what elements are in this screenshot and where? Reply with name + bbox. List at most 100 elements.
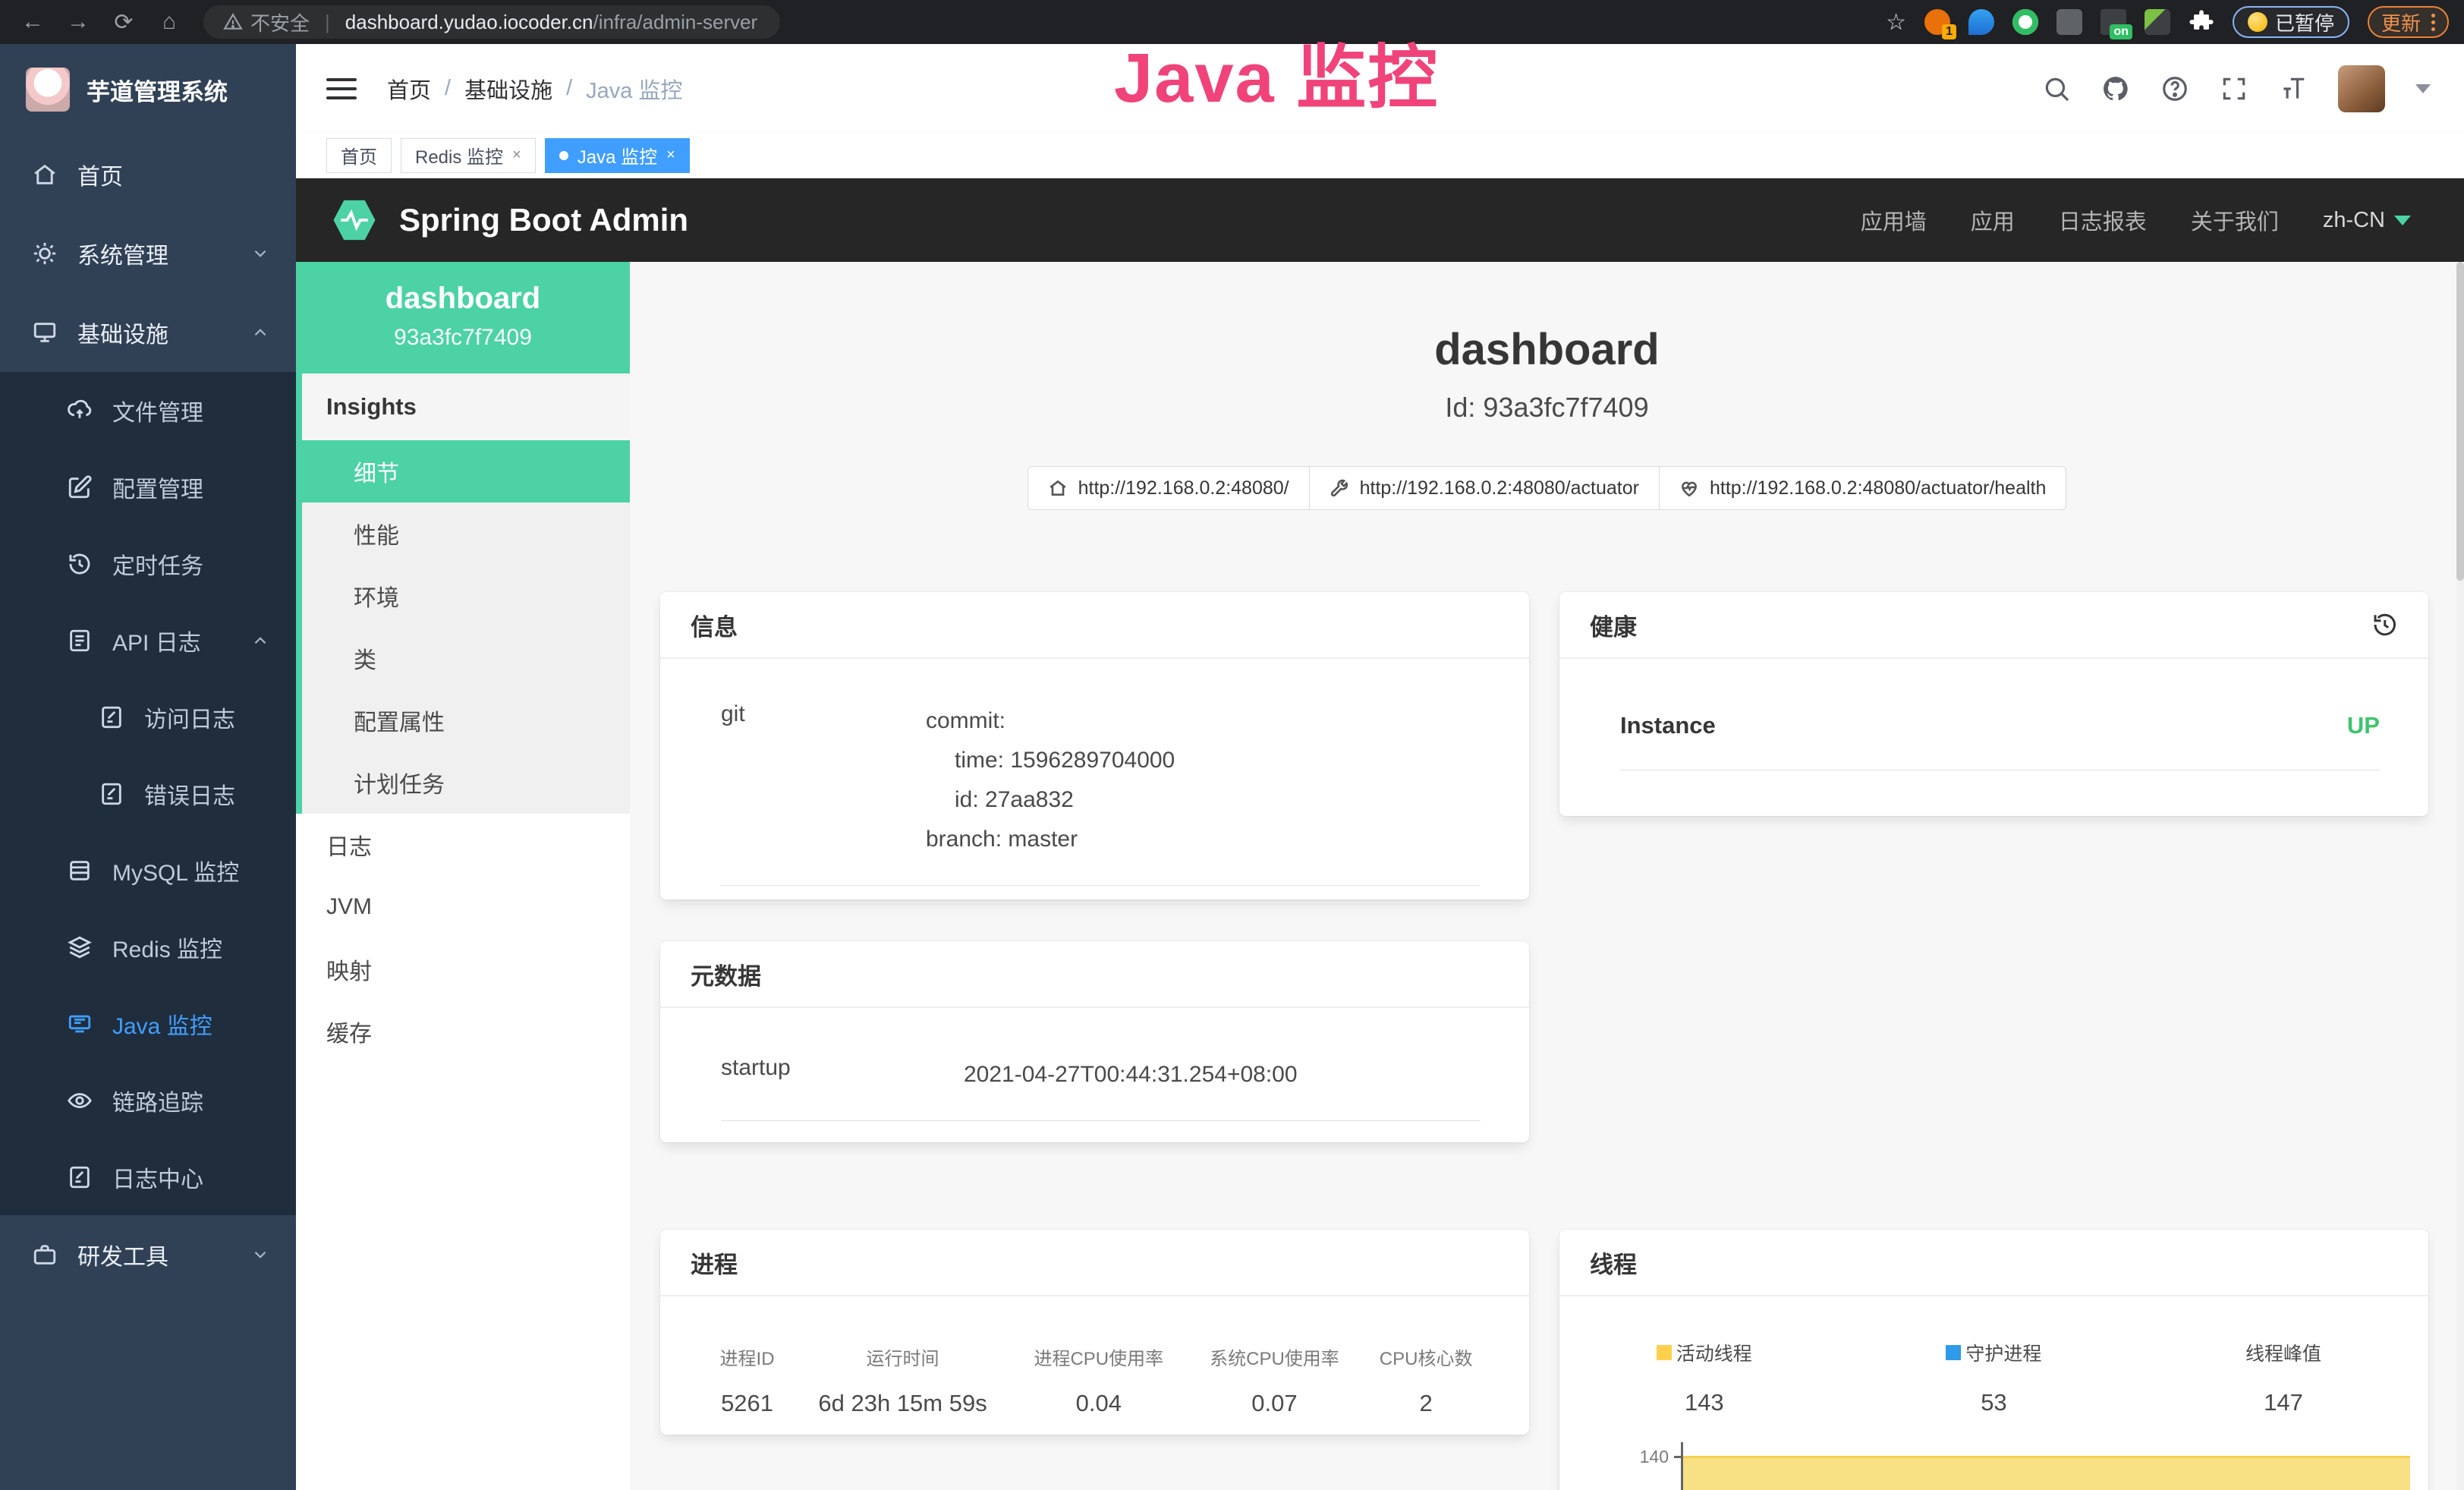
- sba-menu-journal[interactable]: 日志报表: [2059, 204, 2147, 236]
- bookmark-star-icon[interactable]: ☆: [1886, 9, 1906, 36]
- sidebar-item-mysql-monitor[interactable]: MySQL 监控: [0, 832, 296, 909]
- tab-home[interactable]: 首页: [326, 138, 392, 173]
- sba-item-label: JVM: [326, 894, 372, 920]
- security-label: 不安全: [250, 8, 310, 36]
- sba-item-details[interactable]: 细节: [302, 440, 630, 502]
- sba-item-scheduled-tasks[interactable]: 计划任务: [302, 751, 630, 814]
- browser-back-icon[interactable]: ←: [20, 9, 46, 35]
- profile-paused-badge[interactable]: 已暂停: [2233, 6, 2349, 38]
- git-commit-time: time: 1596289704000: [926, 741, 1175, 780]
- tab-label: Redis 监控: [415, 142, 503, 169]
- sidebar-item-redis-monitor[interactable]: Redis 监控: [0, 909, 296, 985]
- scrollbar-thumb[interactable]: [2456, 262, 2464, 581]
- sidebar-item-file-mgmt[interactable]: 文件管理: [0, 372, 296, 449]
- sba-item-environment[interactable]: 环境: [302, 565, 630, 627]
- user-menu-caret-icon[interactable]: [2415, 84, 2431, 93]
- sidebar-item-system-mgmt[interactable]: 系统管理: [0, 214, 296, 293]
- service-url-chip[interactable]: http://192.168.0.2:48080/: [1027, 466, 1310, 510]
- extension-icon[interactable]: [2012, 9, 2038, 35]
- font-size-icon[interactable]: [2279, 74, 2308, 103]
- tick-mark: [1674, 1456, 1683, 1458]
- timer-icon: [67, 551, 93, 577]
- health-instance-row[interactable]: Instance UP: [1620, 712, 2380, 770]
- metadata-startup-row: startup 2021-04-27T00:44:31.254+08:00: [721, 1055, 1481, 1121]
- breadcrumb-infrastructure[interactable]: 基础设施: [464, 73, 552, 105]
- fullscreen-icon[interactable]: [2220, 74, 2248, 103]
- chrome-update-button[interactable]: 更新: [2368, 6, 2449, 38]
- search-icon[interactable]: [2042, 74, 2071, 103]
- chevron-up-icon: [250, 631, 270, 650]
- sidebar-item-log-center[interactable]: 日志中心: [0, 1139, 296, 1215]
- app-logo[interactable]: 芋道管理系统: [0, 44, 296, 135]
- info-key: git: [721, 701, 926, 859]
- screen: ← → ⟳ ⌂ 不安全 | dashboard.yudao.iocoder.cn…: [0, 0, 2464, 1490]
- extension-icon[interactable]: [1968, 9, 1994, 35]
- sba-app-header[interactable]: dashboard 93a3fc7f7409: [296, 262, 630, 373]
- daemon-threads-value: 53: [1849, 1389, 2139, 1416]
- tab-close-icon[interactable]: ×: [666, 146, 675, 164]
- sidebar-item-infrastructure[interactable]: 基础设施: [0, 293, 296, 372]
- sidebar-item-access-log[interactable]: 访问日志: [0, 679, 296, 755]
- sba-item-mappings[interactable]: 映射: [296, 938, 630, 1000]
- sba-menu-wallboard[interactable]: 应用墙: [1861, 204, 1927, 236]
- extension-icon[interactable]: [2056, 9, 2082, 35]
- extension-icon[interactable]: 1: [1924, 9, 1950, 35]
- sba-main: dashboard Id: 93a3fc7f7409 http://192.16…: [630, 262, 2464, 1490]
- browser-home-icon[interactable]: ⌂: [156, 9, 182, 35]
- tab-close-icon[interactable]: ×: [512, 146, 521, 164]
- sba-menu-applications[interactable]: 应用: [1971, 204, 2015, 236]
- extensions-puzzle-icon[interactable]: [2189, 9, 2214, 35]
- app-logo-image: [26, 68, 70, 112]
- info-card: 信息 git commit: time: 1596289704000 id: 2…: [660, 592, 1529, 899]
- sba-sidebar: dashboard 93a3fc7f7409 Insights 细节 性能 环境…: [296, 262, 630, 1490]
- legend-label: 守护进程: [1965, 1339, 2041, 1366]
- sba-item-metrics[interactable]: 性能: [302, 502, 630, 565]
- sidebar-item-label: Java 监控: [112, 1007, 212, 1041]
- sba-item-jvm[interactable]: JVM: [296, 876, 630, 938]
- user-avatar[interactable]: [2338, 65, 2385, 112]
- sidebar-item-config-mgmt[interactable]: 配置管理: [0, 449, 296, 525]
- health-history-icon[interactable]: [2371, 611, 2398, 638]
- sidebar-item-api-log[interactable]: API 日志: [0, 602, 296, 679]
- address-bar[interactable]: 不安全 | dashboard.yudao.iocoder.cn/infra/a…: [203, 5, 780, 39]
- tab-redis-monitor[interactable]: Redis 监控 ×: [401, 138, 536, 173]
- sba-brand[interactable]: Spring Boot Admin: [329, 195, 688, 245]
- browser-forward-icon[interactable]: →: [65, 9, 91, 35]
- sidebar-item-scheduled-jobs[interactable]: 定时任务: [0, 525, 296, 602]
- scrollbar[interactable]: [2456, 262, 2464, 1490]
- actuator-url-chip[interactable]: http://192.168.0.2:48080/actuator: [1310, 466, 1660, 510]
- sba-item-caches[interactable]: 缓存: [296, 1000, 630, 1063]
- info-value: commit: time: 1596289704000 id: 27aa832 …: [926, 701, 1175, 859]
- sidebar-item-tracing[interactable]: 链路追踪: [0, 1062, 296, 1139]
- sidebar-item-dev-tools[interactable]: 研发工具: [0, 1215, 296, 1294]
- sidebar-item-home[interactable]: 首页: [0, 135, 296, 214]
- security-warning[interactable]: 不安全: [223, 8, 310, 36]
- sba-item-classes[interactable]: 类: [302, 627, 630, 689]
- process-headers: 进程ID 运行时间 进程CPU使用率 系统CPU使用率 CPU核心数: [691, 1344, 1499, 1370]
- browser-reload-icon[interactable]: ⟳: [111, 9, 137, 36]
- process-values: 5261 6d 23h 15m 59s 0.04 0.07 2: [691, 1390, 1499, 1417]
- url-host: dashboard.yudao.iocoder.cn: [345, 11, 593, 33]
- database-icon: [67, 858, 93, 884]
- breadcrumb-separator: /: [566, 76, 572, 101]
- sidebar-item-error-log[interactable]: 错误日志: [0, 755, 296, 832]
- extension-icon[interactable]: [2145, 9, 2170, 35]
- sba-section-insights: Insights: [302, 373, 630, 440]
- sidebar-toggle-icon[interactable]: [326, 78, 357, 99]
- sba-item-logging[interactable]: 日志: [296, 814, 630, 876]
- health-url-chip[interactable]: http://192.168.0.2:48080/actuator/health: [1660, 466, 2066, 510]
- github-icon[interactable]: [2101, 74, 2130, 103]
- instance-id: Id: 93a3fc7f7409: [630, 392, 2464, 424]
- sba-menu-about[interactable]: 关于我们: [2191, 204, 2279, 236]
- help-icon[interactable]: [2160, 74, 2189, 103]
- tab-java-monitor[interactable]: Java 监控×: [545, 138, 690, 173]
- browser-menu-icon[interactable]: [2431, 14, 2435, 31]
- sba-item-config-props[interactable]: 配置属性: [302, 689, 630, 751]
- metadata-value: 2021-04-27T00:44:31.254+08:00: [964, 1055, 1298, 1095]
- sidebar-item-java-monitor[interactable]: Java 监控: [0, 985, 296, 1062]
- warning-icon: [223, 12, 243, 32]
- extension-icon[interactable]: on: [2101, 9, 2126, 35]
- daemon-threads-swatch-icon: [1946, 1345, 1961, 1360]
- sba-locale-select[interactable]: zh-CN: [2323, 208, 2411, 233]
- breadcrumb-home[interactable]: 首页: [387, 73, 431, 105]
